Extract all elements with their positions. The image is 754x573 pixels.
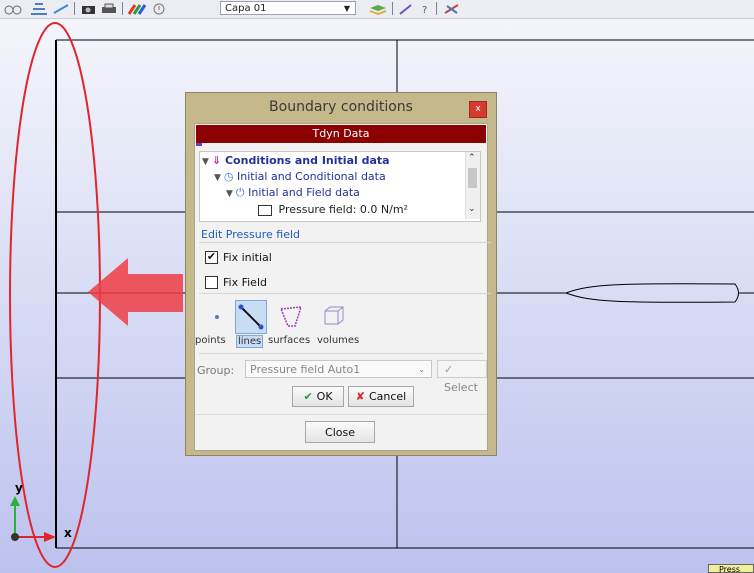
lines-icon <box>238 304 264 330</box>
status-tab[interactable]: Press <box>708 564 754 573</box>
power-icon: ⏻ <box>235 186 245 199</box>
chevron-up-icon[interactable]: ⌃ <box>468 153 476 163</box>
expand-icon[interactable]: ▼ <box>226 186 233 202</box>
conditions-tree[interactable]: ▼ ⇓ Conditions and Initial data ▼ ◷ Initia… <box>199 151 481 222</box>
tree-node-initial-conditional[interactable]: ▼ ◷ Initial and Conditional data <box>214 169 386 185</box>
cancel-button[interactable]: ✘ Cancel <box>348 386 414 407</box>
close-icon[interactable]: x <box>469 101 487 118</box>
tree-node-label: Initial and Conditional data <box>237 170 386 183</box>
tdyn-header: Tdyn Data <box>196 125 486 143</box>
check-icon: ✔ <box>303 390 313 403</box>
checkbox-unchecked[interactable] <box>205 275 218 289</box>
tree-node-pressure-field[interactable]: Pressure field: 0.0 N/m² <box>258 202 408 218</box>
entity-points-label: points <box>195 335 226 346</box>
multi-arrow-icon: ⇓ <box>211 154 222 167</box>
field-box-icon <box>258 204 272 216</box>
scrollbar-thumb[interactable] <box>468 168 477 188</box>
checkbox-checked[interactable]: ✔ <box>205 250 218 264</box>
clock-icon: ◷ <box>223 170 234 183</box>
volumes-icon <box>324 306 344 325</box>
tree-node-initial-field[interactable]: ▼ ⏻ Initial and Field data <box>226 185 360 201</box>
dialog-body: Tdyn Data ▼ ⇓ Conditions and Initial data… <box>194 123 491 451</box>
ok-button[interactable]: ✔ OK <box>292 386 344 407</box>
entity-points-button[interactable] <box>201 300 233 334</box>
group-label: Group: <box>197 364 235 377</box>
edit-pressure-title: Edit Pressure field <box>201 228 300 241</box>
expand-icon[interactable]: ▼ <box>202 154 209 170</box>
header-marker <box>196 143 202 146</box>
entity-volumes-label: volumes <box>317 335 360 346</box>
tree-node-conditions[interactable]: ▼ ⇓ Conditions and Initial data <box>202 153 390 169</box>
entity-surfaces-button[interactable] <box>275 300 307 334</box>
group-select[interactable]: Pressure field Auto1 ⌄ <box>245 360 432 378</box>
fix-initial-checkbox[interactable]: ✔ Fix initial <box>205 249 272 265</box>
select-button-label: Select <box>444 381 478 394</box>
dialog-title: Boundary conditions <box>269 99 413 115</box>
fix-initial-label: Fix initial <box>223 250 272 264</box>
chevron-down-icon[interactable]: ⌄ <box>468 204 476 214</box>
entity-lines-button[interactable] <box>235 300 267 334</box>
annotation-ellipse <box>9 22 101 568</box>
chevron-down-icon: ⌄ <box>418 365 425 374</box>
annotation-arrow-icon <box>88 258 183 326</box>
fix-field-label: Fix Field <box>223 275 267 289</box>
tree-node-label: Pressure field: 0.0 N/m² <box>278 203 408 216</box>
tree-node-label: Initial and Field data <box>248 186 360 199</box>
group-select-value: Pressure field Auto1 <box>250 363 361 376</box>
close-button-label: Close <box>325 425 355 439</box>
cross-icon: ✘ <box>355 390 365 403</box>
entity-lines-label: lines <box>236 335 264 348</box>
select-icon: ✓ <box>444 363 454 376</box>
status-tab-label: Press <box>719 565 741 573</box>
cancel-button-label: Cancel <box>368 390 407 403</box>
tree-node-label: Conditions and Initial data <box>224 154 390 167</box>
select-button[interactable]: ✓ Select <box>437 360 487 394</box>
entity-surfaces-label: surfaces <box>268 335 311 346</box>
fix-field-checkbox[interactable]: Fix Field <box>205 274 267 290</box>
points-icon <box>215 315 219 319</box>
surfaces-icon <box>279 306 303 327</box>
close-area: Close <box>195 414 487 451</box>
expand-icon[interactable]: ▼ <box>214 170 221 186</box>
close-button[interactable]: Close <box>305 421 375 443</box>
entity-volumes-button[interactable] <box>317 300 349 334</box>
boundary-conditions-dialog: Boundary conditions x Tdyn Data ▼ ⇓ Condi… <box>185 92 497 456</box>
ok-button-label: OK <box>316 390 333 403</box>
tree-scrollbar[interactable]: ⌃ ⌄ <box>465 152 480 219</box>
